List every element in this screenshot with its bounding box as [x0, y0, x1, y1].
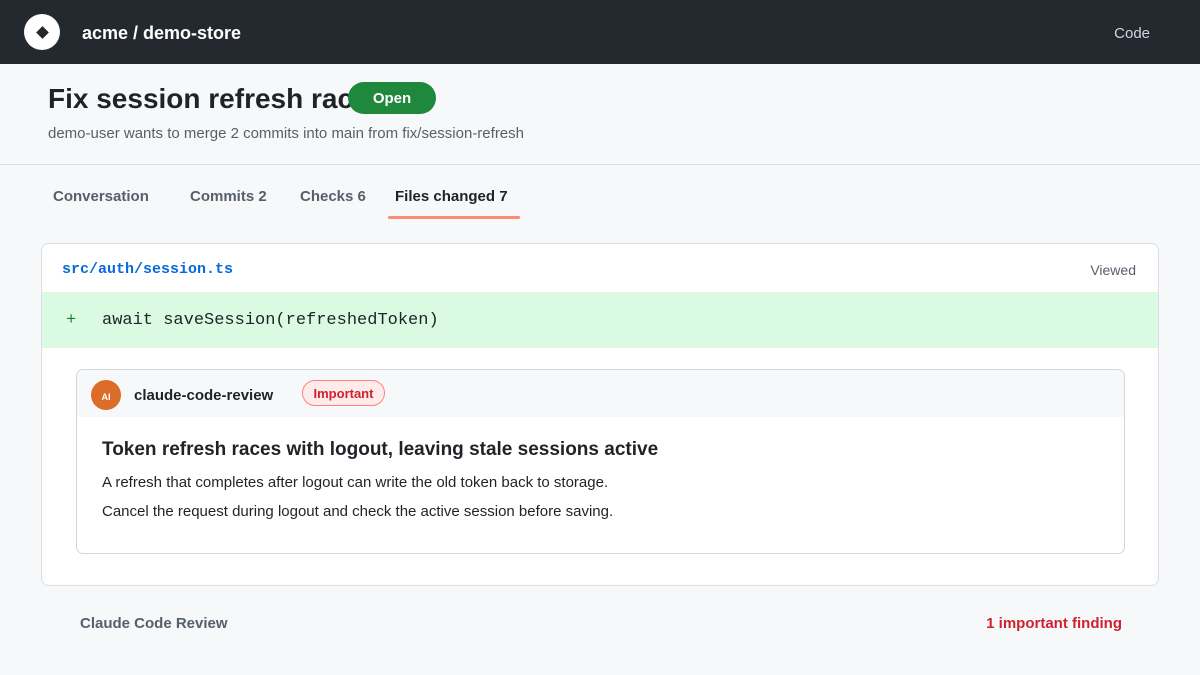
pr-tabs: Conversation Commits 2 Checks 6 Files ch…	[0, 165, 1200, 225]
active-tab-indicator	[388, 216, 520, 219]
diamond-logo-icon[interactable]	[24, 14, 60, 50]
repo-name-link[interactable]: acme / demo-store	[82, 22, 241, 44]
finding-body-line: A refresh that completes after logout ca…	[102, 474, 609, 491]
avatar: AI	[91, 380, 121, 410]
file-header: src/auth/session.ts Viewed	[42, 244, 1158, 292]
diff-added-line[interactable]: + await saveSession(refreshedToken)	[42, 292, 1158, 348]
review-source-label: Claude Code Review	[80, 615, 228, 632]
nav-code-link[interactable]: Code	[1114, 25, 1150, 43]
review-comment-header: AI claude-code-review Important	[77, 370, 1124, 417]
pr-title: Fix session refresh race	[48, 83, 354, 114]
diff-code-text: await saveSession(refreshedToken)	[102, 311, 439, 330]
comment-author[interactable]: claude-code-review	[134, 387, 273, 405]
tab-files-changed[interactable]: Files changed 7	[395, 188, 508, 206]
status-badge: Open	[348, 82, 436, 114]
file-diff-card: src/auth/session.ts Viewed + await saveS…	[41, 243, 1159, 586]
file-path-link[interactable]: src/auth/session.ts	[62, 261, 233, 279]
finding-summary: 1 important finding	[986, 615, 1122, 632]
pr-meta-text: demo-user wants to merge 2 commits into …	[48, 125, 524, 142]
tab-commits[interactable]: Commits 2	[190, 188, 267, 206]
finding-body-line: Cancel the request during logout and che…	[102, 503, 614, 520]
tab-checks[interactable]: Checks 6	[300, 188, 366, 206]
pull-request-header: Fix session refresh race Open demo-user …	[0, 64, 1200, 165]
finding-title: Token refresh races with logout, leaving…	[102, 439, 659, 460]
severity-badge: Important	[302, 380, 385, 406]
top-bar: acme / demo-store Code	[0, 0, 1200, 64]
logo-glyph	[35, 25, 49, 39]
diff-add-marker: +	[66, 311, 77, 330]
review-comment: AI claude-code-review Important Token re…	[76, 369, 1125, 554]
viewed-toggle[interactable]: Viewed	[1090, 262, 1136, 278]
tab-conversation[interactable]: Conversation	[53, 188, 149, 206]
